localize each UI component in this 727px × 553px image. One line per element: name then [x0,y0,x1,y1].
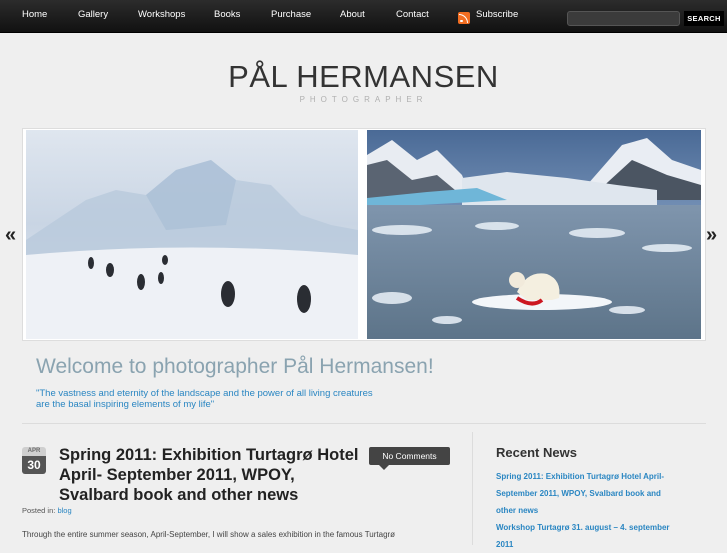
slider-prev-arrow[interactable]: « [5,224,16,247]
nav-workshops[interactable]: Workshops [138,9,185,20]
site-logo-subtitle: PHOTOGRAPHER [299,95,428,104]
nav-subscribe[interactable]: Subscribe [476,9,518,20]
recent-news-link-1-line-2[interactable]: September 2011, WPOY, Svalbard book and [496,485,661,502]
nav-purchase[interactable]: Purchase [271,9,311,20]
slide-image-polar-bear[interactable] [367,130,701,339]
rss-icon[interactable] [458,12,470,24]
posted-in-label: Posted in: [22,506,56,515]
welcome-quote-line-2: are the basal inspiring elements of my l… [36,399,215,410]
site-logo-title[interactable]: PÅL HERMANSEN [0,59,727,95]
post-title-link[interactable]: Spring 2011: Exhibition Turtagrø Hotel A… [59,445,359,505]
top-navigation-bar: Home Gallery Workshops Books Purchase Ab… [0,0,727,33]
slider-next-arrow[interactable]: » [706,224,717,247]
post-date-badge: APR 30 [22,447,46,474]
recent-news-heading: Recent News [496,445,577,460]
search-button[interactable]: SEARCH [684,11,724,26]
nav-books[interactable]: Books [214,9,240,20]
nav-contact[interactable]: Contact [396,9,429,20]
post-date-day: 30 [22,456,46,474]
nav-gallery[interactable]: Gallery [78,9,108,20]
post-date-month: APR [22,447,46,456]
recent-news-link-2[interactable]: Workshop Turtagrø 31. august – 4. septem… [496,519,670,536]
search-input[interactable] [567,11,680,26]
comments-button[interactable]: No Comments [369,447,450,470]
post-meta: Posted in: blog [22,506,72,515]
welcome-heading: Welcome to photographer Pål Hermansen! [36,355,434,378]
content-divider [22,423,706,424]
nav-home[interactable]: Home [22,9,47,20]
recent-news-link-1-line-3[interactable]: other news [496,502,538,519]
nav-about[interactable]: About [340,9,365,20]
slide-image-penguins[interactable] [26,130,358,339]
sidebar-divider [472,432,473,545]
recent-news-link-1[interactable]: Spring 2011: Exhibition Turtagrø Hotel A… [496,468,664,485]
post-excerpt: Through the entire summer season, April-… [22,530,396,539]
welcome-quote-line-1: "The vastness and eternity of the landsc… [36,388,373,399]
post-category-link[interactable]: blog [57,506,71,515]
